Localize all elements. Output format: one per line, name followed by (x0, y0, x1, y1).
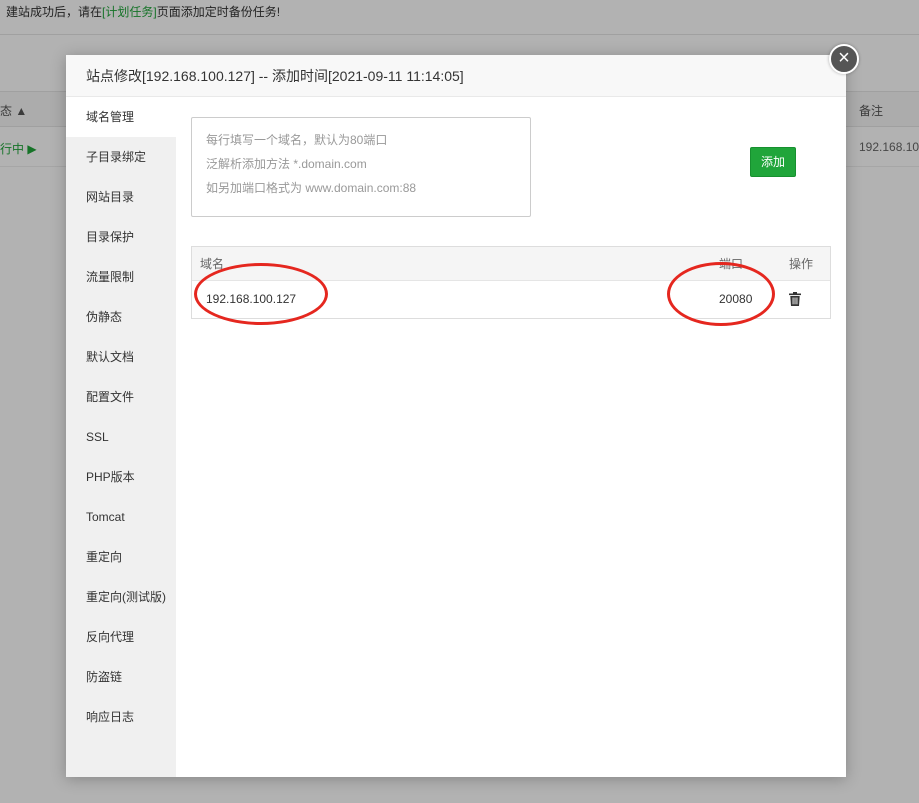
sidebar-item[interactable]: 子目录绑定 (66, 137, 176, 177)
sidebar-item[interactable]: 域名管理 (66, 97, 176, 137)
sidebar-item[interactable]: SSL (66, 417, 176, 457)
header-operation: 操作 (789, 257, 814, 271)
settings-sidebar: 域名管理 子目录绑定 网站目录 目录保护 流量限制 伪静态 默认文档 配置文件 SSL PHP版本… (66, 97, 176, 777)
domain-name: 192.168.100.127 (206, 292, 297, 306)
close-icon[interactable]: × (829, 44, 859, 74)
domain-management-panel: 每行填写一个域名，默认为80端口 泛解析添加方法 *.domain.com 如另… (176, 97, 846, 777)
sidebar-item[interactable]: 反向代理 (66, 617, 176, 657)
site-edit-dialog: 站点修改[192.168.100.127] -- 添加时间[2021-09-11… (66, 44, 859, 777)
sidebar-item[interactable]: 响应日志 (66, 697, 176, 737)
domain-table: 域名 端口 操作 192.168.100.127 20080 (191, 246, 831, 319)
domain-port: 20080 (719, 292, 753, 306)
placeholder-line: 每行填写一个域名，默认为80端口 (206, 133, 388, 147)
sidebar-item[interactable]: 默认文档 (66, 337, 176, 377)
sidebar-item[interactable]: PHP版本 (66, 457, 176, 497)
sidebar-item[interactable]: Tomcat (66, 497, 176, 537)
placeholder-line: 如另加端口格式为 www.domain.com:88 (206, 181, 417, 195)
header-port: 端口 (719, 257, 744, 271)
sidebar-item[interactable]: 重定向 (66, 537, 176, 577)
sidebar-item[interactable]: 防盗链 (66, 657, 176, 697)
domain-table-header: 域名 端口 操作 (192, 247, 830, 281)
placeholder-line: 泛解析添加方法 *.domain.com (206, 157, 367, 171)
sidebar-item[interactable]: 网站目录 (66, 177, 176, 217)
sidebar-item[interactable]: 伪静态 (66, 297, 176, 337)
sidebar-item[interactable]: 流量限制 (66, 257, 176, 297)
header-domain: 域名 (200, 257, 225, 271)
add-domain-button[interactable]: 添加 (750, 147, 796, 177)
sidebar-item[interactable]: 目录保护 (66, 217, 176, 257)
sidebar-item[interactable]: 重定向(测试版) (66, 577, 176, 617)
domain-input[interactable]: 每行填写一个域名，默认为80端口 泛解析添加方法 *.domain.com 如另… (191, 117, 531, 217)
table-row: 192.168.100.127 20080 (192, 281, 830, 318)
sidebar-item[interactable]: 配置文件 (66, 377, 176, 417)
dialog-title: 站点修改[192.168.100.127] -- 添加时间[2021-09-11… (66, 55, 846, 97)
trash-icon[interactable] (789, 292, 801, 306)
